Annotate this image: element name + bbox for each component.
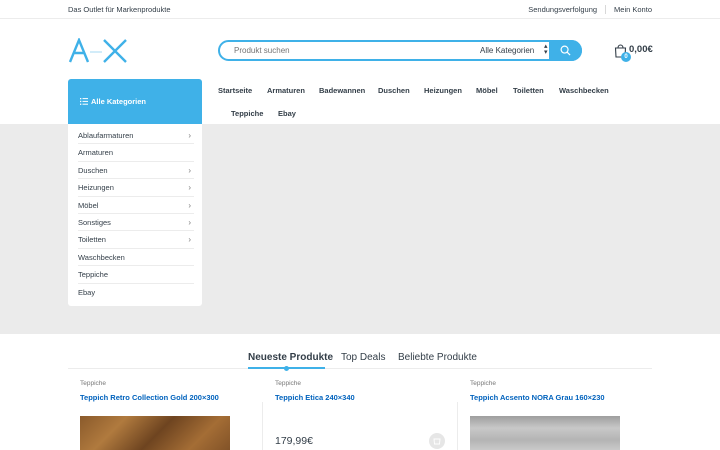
nav-item-toiletten[interactable]: Toiletten	[513, 86, 544, 95]
search-button[interactable]	[549, 40, 582, 61]
nav-item-teppiche[interactable]: Teppiche	[231, 109, 263, 118]
category-label: Teppiche	[78, 270, 109, 280]
nav-item-ebay[interactable]: Ebay	[278, 109, 296, 118]
cart[interactable]: 0 0,00€	[614, 43, 654, 63]
category-label: Duschen	[78, 165, 108, 175]
product-category[interactable]: Teppiche	[80, 380, 106, 387]
category-label: Waschbecken	[78, 252, 125, 262]
category-item-teppiche[interactable]: Teppiche	[78, 266, 194, 284]
category-item-waschbecken[interactable]: Waschbecken	[78, 249, 194, 267]
category-item-moebel[interactable]: Möbel ›	[78, 197, 194, 214]
nav-item-armaturen[interactable]: Armaturen	[267, 86, 305, 95]
select-arrows-icon: ▴ ▾	[544, 43, 548, 56]
top-bar: Das Outlet für Markenprodukte Sendungsve…	[0, 0, 720, 19]
product-tabs: Neueste Produkte Top Deals Beliebte Prod…	[68, 350, 652, 371]
top-links: Sendungsverfolgung Mein Konto	[528, 5, 652, 14]
product-card[interactable]: Teppiche Teppich Acsento NORA Grau 160×2…	[470, 380, 645, 450]
product-category[interactable]: Teppiche	[470, 380, 496, 387]
chevron-right-icon: ›	[188, 183, 191, 193]
search-icon	[560, 45, 571, 56]
cart-add-icon	[433, 438, 441, 445]
product-card[interactable]: Teppiche Teppich Retro Collection Gold 2…	[80, 380, 255, 450]
category-label: Ablaufarmaturen	[78, 131, 134, 140]
search-input[interactable]	[234, 46, 434, 55]
product-price: 179,99€	[275, 435, 313, 447]
category-item-ebay[interactable]: Ebay	[78, 284, 194, 301]
nav-item-heizungen[interactable]: Heizungen	[424, 86, 462, 95]
product-title[interactable]: Teppich Retro Collection Gold 200×300	[80, 393, 219, 402]
site-logo[interactable]	[68, 36, 130, 64]
chevron-right-icon: ›	[188, 165, 191, 175]
category-list: Ablaufarmaturen › Armaturen Duschen › Heiz…	[68, 124, 202, 306]
product-card[interactable]: Teppiche Teppich Etica 240×340 179,99€	[275, 380, 450, 450]
logo-mark	[68, 36, 127, 63]
category-label: Toiletten	[78, 235, 106, 245]
tracking-link[interactable]: Sendungsverfolgung	[528, 5, 597, 14]
cart-total: 0,00€	[629, 44, 653, 55]
category-label: Armaturen	[78, 148, 114, 158]
tagline: Das Outlet für Markenprodukte	[68, 5, 171, 14]
category-item-ablaufarmaturen[interactable]: Ablaufarmaturen ›	[78, 127, 194, 145]
product-category[interactable]: Teppiche	[275, 380, 301, 387]
category-label: Ebay	[78, 287, 96, 297]
tab-beliebte-produkte[interactable]: Beliebte Produkte	[398, 352, 477, 363]
tab-neueste-produkte[interactable]: Neueste Produkte	[248, 352, 333, 363]
top-links-divider	[605, 5, 607, 14]
category-item-armaturen[interactable]: Armaturen	[78, 144, 194, 162]
product-title[interactable]: Teppich Etica 240×340	[275, 393, 355, 402]
search-category-select[interactable]: Alle Kategorien	[480, 46, 534, 55]
chevron-right-icon: ›	[188, 200, 191, 210]
all-categories-label: Alle Kategorien	[91, 97, 147, 106]
add-to-cart-button[interactable]	[429, 433, 445, 449]
nav-item-badewannen[interactable]: Badewannen	[319, 86, 365, 95]
my-account-link[interactable]: Mein Konto	[614, 5, 652, 14]
nav-item-startseite[interactable]: Startseite	[218, 86, 252, 95]
category-item-heizungen[interactable]: Heizungen ›	[78, 179, 194, 197]
tab-top-deals[interactable]: Top Deals	[341, 352, 385, 363]
product-title[interactable]: Teppich Acsento NORA Grau 160×230	[470, 393, 605, 402]
chevron-right-icon: ›	[188, 235, 191, 245]
nav-item-duschen[interactable]: Duschen	[378, 86, 410, 95]
nav-item-waschbecken[interactable]: Waschbecken	[559, 86, 609, 95]
chevron-right-icon: ›	[188, 131, 191, 140]
product-image[interactable]	[80, 416, 230, 450]
product-divider	[457, 402, 458, 450]
category-item-duschen[interactable]: Duschen ›	[78, 162, 194, 180]
category-item-sonstiges[interactable]: Sonstiges ›	[78, 214, 194, 232]
category-label: Sonstiges	[78, 217, 111, 227]
search-bar: Alle Kategorien ▴▾	[218, 40, 582, 61]
nav-item-moebel[interactable]: Möbel	[476, 86, 498, 95]
product-divider	[262, 402, 263, 450]
all-categories-header[interactable]: Alle Kategorien	[68, 79, 202, 124]
category-label: Möbel	[78, 200, 99, 210]
product-image[interactable]	[470, 416, 620, 450]
chevron-right-icon: ›	[188, 217, 191, 227]
list-icon	[80, 98, 88, 105]
category-item-toiletten[interactable]: Toiletten ›	[78, 231, 194, 249]
active-tab-dot	[284, 366, 289, 371]
category-label: Heizungen	[78, 183, 114, 193]
